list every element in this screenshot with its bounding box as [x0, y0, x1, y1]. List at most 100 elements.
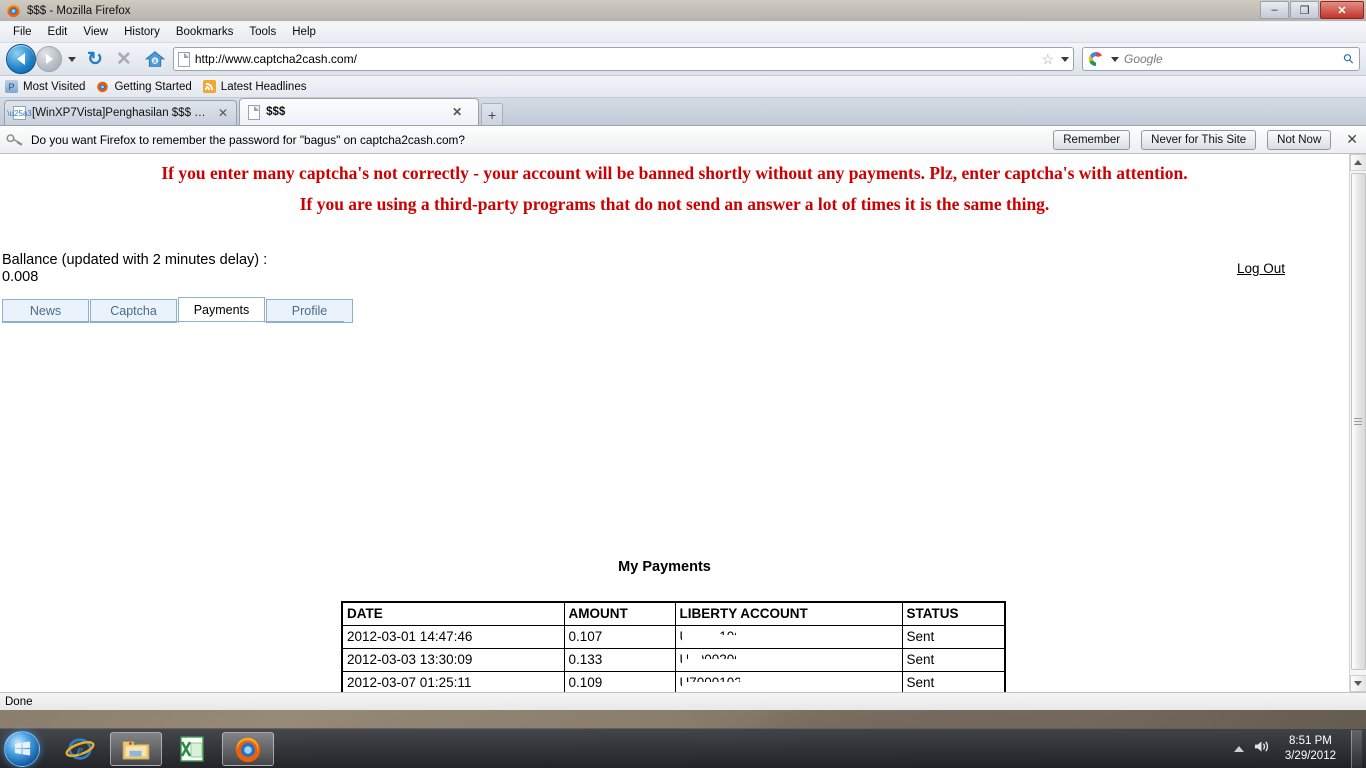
svg-text:e: e: [77, 743, 83, 758]
browser-tab-label: [WinXP7Vista]Penghasilan $$$ berli...: [32, 107, 212, 119]
stop-icon: ✕: [115, 48, 132, 70]
tab-close-icon[interactable]: ✕: [452, 105, 462, 119]
reload-icon[interactable]: ↻: [87, 50, 103, 69]
password-notification-bar: Do you want Firefox to remember the pass…: [0, 126, 1366, 154]
cell-amount: 0.133: [563, 647, 676, 672]
site-tab-captcha[interactable]: Captcha: [90, 299, 177, 323]
start-button-icon[interactable]: [4, 730, 40, 767]
payments-table-wrapper: DATE AMOUNT LIBERTY ACCOUNT STATUS 2012-…: [341, 601, 1006, 692]
history-dropdown-icon[interactable]: [68, 56, 76, 62]
volume-icon[interactable]: [1253, 739, 1270, 759]
bookmark-most-visited[interactable]: P Most Visited: [5, 80, 85, 93]
bookmarks-toolbar: P Most Visited Getting Started Latest He…: [0, 76, 1366, 98]
balance-label: Ballance (updated with 2 minutes delay) …: [2, 252, 268, 268]
taskbar-internet-explorer[interactable]: e: [54, 732, 106, 766]
table-row: 2012-03-07 01:25:11 0.109 U7000102 Sent: [341, 670, 1006, 692]
status-text: Done: [5, 695, 33, 708]
search-icon[interactable]: ⚲: [1340, 50, 1358, 68]
menu-edit[interactable]: Edit: [41, 24, 75, 40]
taskbar-excel[interactable]: [166, 732, 218, 766]
logout-link[interactable]: Log Out: [1237, 261, 1285, 276]
never-for-this-site-button[interactable]: Never for This Site: [1141, 129, 1257, 150]
tab-close-icon[interactable]: ✕: [218, 106, 228, 120]
column-header-date: DATE: [341, 601, 565, 626]
taskbar-firefox[interactable]: [222, 731, 274, 766]
cell-status: Sent: [901, 624, 1006, 649]
site-tab-payments[interactable]: Payments: [178, 297, 265, 323]
cell-date: 2012-03-07 01:25:11: [341, 670, 565, 692]
browser-tab-1[interactable]: \u25a3 [WinXP7Vista]Penghasilan $$$ berl…: [4, 100, 238, 125]
cell-amount: 0.109: [563, 670, 676, 692]
bookmark-latest-headlines[interactable]: Latest Headlines: [202, 80, 306, 93]
show-desktop-button[interactable]: [1351, 729, 1362, 768]
search-engine-dropdown-icon[interactable]: [1111, 56, 1119, 62]
show-hidden-icons-icon[interactable]: [1233, 745, 1244, 752]
window-title: $$$ - Mozilla Firefox: [27, 4, 131, 17]
rss-icon: [202, 80, 216, 93]
scrollbar-track[interactable]: [1349, 171, 1366, 675]
firefox-window: $$$ - Mozilla Firefox – ❐ ✕ File Edit Vi…: [0, 0, 1366, 710]
notification-close-icon[interactable]: ✕: [1346, 131, 1358, 148]
menu-file[interactable]: File: [6, 24, 39, 40]
taskbar-windows-explorer[interactable]: [110, 731, 162, 766]
minimize-button[interactable]: –: [1260, 1, 1289, 19]
cell-date: 2012-03-03 13:30:09: [341, 647, 565, 672]
back-button-icon[interactable]: [6, 44, 36, 74]
cell-status: Sent: [901, 647, 1006, 672]
column-header-status: STATUS: [901, 601, 1006, 626]
remember-password-button[interactable]: Remember: [1053, 129, 1131, 150]
menu-help[interactable]: Help: [285, 24, 323, 40]
menu-view[interactable]: View: [76, 24, 115, 40]
address-bar[interactable]: http://www.captcha2cash.com/ ☆: [172, 47, 1074, 71]
google-icon: [1088, 51, 1104, 67]
firefox-logo-icon: [6, 3, 21, 18]
browser-tab-2[interactable]: $$$ ✕: [239, 98, 480, 125]
scrollbar-thumb[interactable]: [1350, 173, 1366, 670]
site-tab-profile[interactable]: Profile: [266, 299, 353, 323]
cell-liberty-account: U7000200: [674, 647, 903, 672]
search-input[interactable]: Google: [1124, 52, 1339, 66]
vertical-scrollbar[interactable]: [1349, 154, 1366, 692]
cell-liberty-account: U7000100: [674, 624, 903, 649]
cell-liberty-account: U7000102: [674, 670, 903, 692]
site-tab-news[interactable]: News: [2, 299, 89, 323]
close-window-button[interactable]: ✕: [1320, 1, 1364, 19]
taskbar-items: e: [54, 731, 274, 766]
menu-tools[interactable]: Tools: [242, 24, 283, 40]
cell-status: Sent: [901, 670, 1006, 692]
svg-text:R: R: [153, 59, 157, 65]
most-visited-icon: P: [5, 80, 18, 93]
new-tab-button[interactable]: +: [481, 103, 504, 125]
browser-tab-label: $$$: [266, 106, 286, 118]
site-tab-divider: [2, 321, 344, 322]
home-icon[interactable]: R: [144, 50, 165, 68]
table-row: 2012-03-01 14:47:46 0.107 U7000100 Sent: [341, 624, 1006, 649]
scroll-down-icon[interactable]: [1349, 675, 1366, 692]
bookmark-star-icon[interactable]: ☆: [1041, 51, 1054, 68]
table-header-row: DATE AMOUNT LIBERTY ACCOUNT STATUS: [341, 601, 1006, 626]
cell-date: 2012-03-01 14:47:46: [341, 624, 565, 649]
navigation-toolbar: ↻ ✕ R http://www.captcha2cash.com/ ☆ Goo…: [0, 43, 1366, 76]
bookmark-getting-started[interactable]: Getting Started: [96, 80, 192, 93]
maximize-button[interactable]: ❐: [1290, 1, 1319, 19]
scroll-up-icon[interactable]: [1349, 154, 1366, 171]
menu-bookmarks[interactable]: Bookmarks: [169, 24, 241, 40]
cell-amount: 0.107: [563, 624, 676, 649]
search-bar[interactable]: Google ⚲: [1082, 47, 1360, 71]
menu-bar: File Edit View History Bookmarks Tools H…: [0, 22, 1366, 43]
not-now-button[interactable]: Not Now: [1267, 129, 1332, 150]
bookmark-label: Getting Started: [114, 80, 192, 93]
tab-favicon-icon: [248, 104, 261, 120]
url-dropdown-icon[interactable]: [1061, 56, 1069, 62]
key-icon: [6, 132, 24, 148]
balance-value: 0.008: [2, 269, 39, 285]
scrollbar-grip-icon: [1354, 418, 1362, 425]
column-header-liberty-account: LIBERTY ACCOUNT: [674, 601, 903, 626]
warning-line-2: If you are using a third-party programs …: [299, 194, 1050, 214]
clock-date: 3/29/2012: [1284, 749, 1336, 762]
taskbar-clock[interactable]: 8:51 PM 3/29/2012: [1279, 734, 1342, 764]
site-tab-bar: News Captcha Payments Profile: [2, 297, 354, 323]
forward-button-icon: [36, 46, 62, 72]
menu-history[interactable]: History: [117, 24, 167, 40]
column-header-amount: AMOUNT: [563, 601, 676, 626]
